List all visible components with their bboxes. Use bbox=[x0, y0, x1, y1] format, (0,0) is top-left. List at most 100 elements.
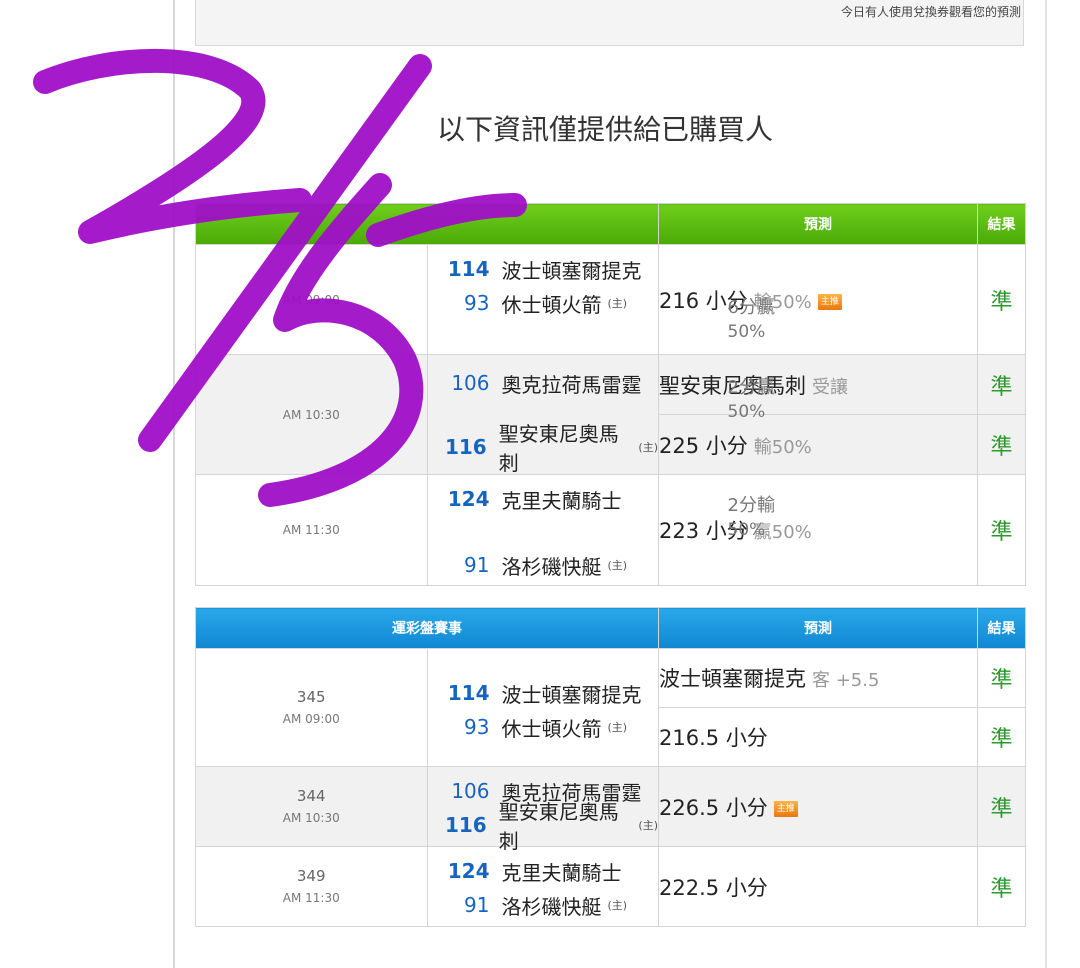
prediction-note: 客 +5.5 bbox=[812, 670, 880, 691]
spread-result: 6分贏 50% bbox=[728, 295, 798, 345]
table-row: 344 AM 10:30 106 奧克拉荷馬雷霆 116 聖安東尼奧馬刺 (主)… bbox=[195, 766, 1026, 853]
spread-text: 2分贏 bbox=[727, 377, 775, 398]
home-mark: (主) bbox=[607, 559, 628, 572]
home-score: 91 bbox=[464, 893, 490, 917]
home-team: 116 聖安東尼奧馬刺 (主) bbox=[428, 422, 658, 475]
prediction-text: 波士頓塞爾提克 bbox=[659, 667, 806, 691]
game-time: AM 10:30 bbox=[282, 810, 340, 825]
away-team-name: 波士頓塞爾提克 bbox=[501, 682, 642, 707]
home-team: 93 休士頓火箭 (主) bbox=[428, 287, 628, 319]
game-number: 349 bbox=[296, 866, 326, 885]
game-info: 345 AM 09:00 bbox=[195, 648, 428, 767]
away-score: 124 bbox=[447, 859, 490, 883]
header-prediction: 預測 bbox=[658, 607, 978, 649]
prediction-cell: 223 小分 贏50% bbox=[658, 474, 978, 586]
spread-pct: 50% bbox=[727, 520, 766, 540]
home-mark: (主) bbox=[638, 441, 658, 454]
featured-badge: 主推 bbox=[817, 293, 842, 310]
prediction-text: 226.5 小分 bbox=[659, 795, 768, 820]
away-score: 114 bbox=[447, 257, 490, 281]
away-team: 114 波士頓塞爾提克 bbox=[428, 677, 642, 709]
prediction-note: 輸50% bbox=[753, 436, 812, 458]
game-time: AM 11:30 bbox=[195, 474, 428, 586]
game-time: AM 10:30 bbox=[195, 354, 428, 475]
buyer-only-title-text: 以下資訊僅提供給已購買人 bbox=[436, 113, 773, 146]
spread-result: 2分輸 50% bbox=[728, 493, 798, 543]
prediction-text: 225 小分 bbox=[659, 433, 748, 458]
home-team-name: 洛杉磯快艇 bbox=[501, 554, 602, 579]
lottery-prediction-table: 運彩盤賽事 預測 結果 345 AM 09:00 114 波士頓塞爾提克 93 … bbox=[195, 607, 1026, 927]
home-team-name: 休士頓火箭 bbox=[501, 716, 602, 741]
featured-badge: 主推 bbox=[773, 800, 798, 817]
game-number: 344 bbox=[296, 786, 326, 805]
prediction-text: 216.5 小分 bbox=[659, 726, 768, 750]
header-result: 結果 bbox=[977, 607, 1026, 649]
away-score: 114 bbox=[447, 681, 490, 705]
result-mark: 準 bbox=[977, 648, 1026, 708]
game-info: 344 AM 10:30 bbox=[195, 766, 428, 847]
table-row: 345 AM 09:00 114 波士頓塞爾提克 93 休士頓火箭 (主) 波士… bbox=[195, 648, 1026, 767]
prediction-note: 受讓 bbox=[812, 376, 848, 398]
matchup: 124 克里夫蘭騎士 91 洛杉磯快艇 (主) bbox=[426, 846, 659, 927]
home-team: 93 休士頓火箭 (主) bbox=[428, 711, 628, 743]
matchup: 114 波士頓塞爾提克 93 休士頓火箭 (主) 6分贏 50% bbox=[426, 244, 775, 355]
header-game: 運彩盤賽事 bbox=[195, 607, 659, 649]
prediction-cell: 226.5 小分 主推 bbox=[658, 766, 978, 847]
buyer-prediction-table: 預測 結果 AM 09:00 114 波士頓塞爾提克 93 休士頓火箭 (主) … bbox=[195, 203, 1026, 586]
away-team-name: 波士頓塞爾提克 bbox=[501, 258, 642, 283]
result-mark: 準 bbox=[977, 846, 1026, 927]
matchup: 106 奧克拉荷馬雷霆 116 聖安東尼奧馬刺 (主) bbox=[426, 766, 659, 853]
away-team-name: 奧克拉荷馬雷霆 bbox=[501, 372, 642, 397]
spread-pct: 50% bbox=[727, 322, 766, 342]
game-time: AM 09:00 bbox=[282, 711, 340, 726]
prediction-cell: 225 小分 輸50% bbox=[658, 414, 978, 475]
header-prediction: 預測 bbox=[658, 203, 978, 245]
left-margin bbox=[0, 0, 173, 968]
matchup: 114 波士頓塞爾提克 93 休士頓火箭 (主) bbox=[426, 648, 659, 767]
home-mark: (主) bbox=[607, 899, 628, 912]
prediction-cell: 聖安東尼奧馬刺 受讓 bbox=[658, 354, 978, 415]
home-team: 116 聖安東尼奧馬刺 (主) bbox=[428, 800, 658, 853]
table-header: 預測 結果 bbox=[195, 203, 1026, 245]
header-result: 結果 bbox=[977, 203, 1026, 245]
home-team: 91 洛杉磯快艇 (主) bbox=[428, 889, 628, 921]
home-score: 93 bbox=[464, 291, 490, 315]
result-mark: 準 bbox=[977, 414, 1026, 475]
home-team: 91 洛杉磯快艇 (主) bbox=[428, 549, 628, 581]
home-mark: (主) bbox=[607, 721, 628, 734]
result-mark: 準 bbox=[977, 354, 1026, 415]
game-info: 349 AM 11:30 bbox=[195, 846, 428, 927]
matchup: 106 奧克拉荷馬雷霆 116 聖安東尼奧馬刺 (主) 2分贏 50% bbox=[426, 354, 775, 475]
home-team-name: 聖安東尼奧馬刺 bbox=[498, 800, 619, 853]
prediction-cell: 216 小分 輸50% 主推 bbox=[658, 244, 978, 355]
table-row: AM 11:30 124 克里夫蘭騎士 91 洛杉磯快艇 (主) 2分輸 50%… bbox=[195, 474, 1026, 586]
away-team: 124 克里夫蘭騎士 bbox=[428, 483, 622, 515]
away-team-name: 克里夫蘭騎士 bbox=[501, 860, 622, 885]
table-row: 349 AM 11:30 124 克里夫蘭騎士 91 洛杉磯快艇 (主) 222… bbox=[195, 846, 1026, 927]
prediction-text: 222.5 小分 bbox=[659, 875, 768, 900]
home-mark: (主) bbox=[607, 297, 628, 310]
table-row: AM 09:00 114 波士頓塞爾提克 93 休士頓火箭 (主) 6分贏 50… bbox=[195, 244, 1026, 355]
home-team-name: 洛杉磯快艇 bbox=[501, 894, 602, 919]
away-score: 106 bbox=[451, 371, 490, 395]
right-divider bbox=[1045, 0, 1047, 968]
result-mark: 準 bbox=[977, 766, 1026, 847]
home-score: 93 bbox=[464, 715, 490, 739]
spread-result: 2分贏 50% bbox=[728, 375, 798, 425]
notice-box: 今日有人使用兌換券觀看您的預測 bbox=[195, 0, 1024, 46]
buyer-only-title: 以下資訊僅提供給已購買人 bbox=[195, 108, 995, 148]
result-mark: 準 bbox=[977, 707, 1026, 767]
away-team: 114 波士頓塞爾提克 bbox=[428, 253, 642, 285]
table-row: AM 10:30 106 奧克拉荷馬雷霆 116 聖安東尼奧馬刺 (主) 2分贏… bbox=[195, 354, 1026, 475]
notice-text: 今日有人使用兌換券觀看您的預測 bbox=[840, 5, 1021, 19]
away-team: 106 奧克拉荷馬雷霆 bbox=[428, 367, 642, 399]
game-time: AM 11:30 bbox=[282, 890, 340, 905]
home-score: 91 bbox=[464, 553, 490, 577]
spread-text: 6分贏 bbox=[727, 297, 775, 318]
matchup: 124 克里夫蘭騎士 91 洛杉磯快艇 (主) 2分輸 50% bbox=[426, 474, 775, 586]
spread-text: 2分輸 bbox=[727, 495, 775, 516]
prediction-cell: 216.5 小分 bbox=[658, 707, 978, 767]
prediction-cell: 222.5 小分 bbox=[658, 846, 978, 927]
game-time: AM 09:00 bbox=[195, 244, 428, 355]
away-team-name: 克里夫蘭騎士 bbox=[501, 488, 622, 513]
